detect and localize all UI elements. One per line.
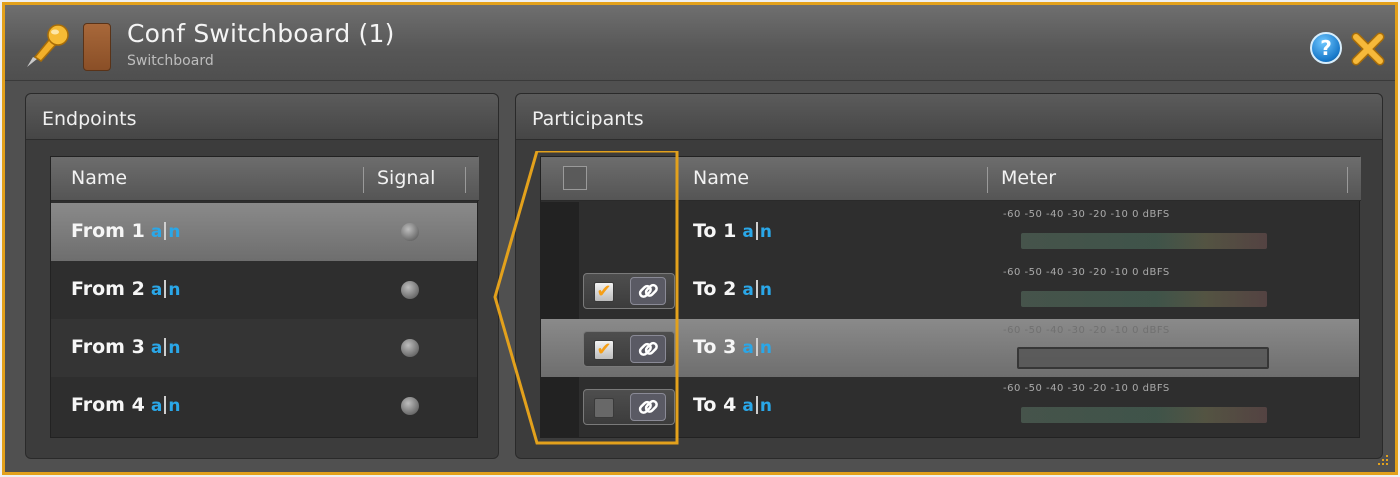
meter-bar xyxy=(1021,233,1267,249)
participant-row[interactable]: ✔ To 2an -60 -50 -40 -30 -20 -10 0 dBFS xyxy=(541,261,1359,319)
level-meter: -60 -50 -40 -30 -20 -10 0 dBFS xyxy=(1003,377,1313,435)
route-checkbox[interactable]: ✔ xyxy=(594,282,614,302)
level-meter: -60 -50 -40 -30 -20 -10 0 dBFS xyxy=(1003,203,1313,261)
link-icon[interactable] xyxy=(630,335,666,363)
participants-header-row: Name Meter xyxy=(541,157,1361,201)
level-meter: -60 -50 -40 -30 -20 -10 0 dBFS xyxy=(1003,261,1313,319)
color-swatch[interactable] xyxy=(83,23,111,71)
signal-indicator xyxy=(401,339,419,357)
rename-icon[interactable]: an xyxy=(742,222,772,242)
endpoints-panel: Endpoints Name Signal From 1an From 2an … xyxy=(25,93,499,459)
route-checkbox[interactable] xyxy=(594,398,614,418)
meter-scale: -60 -50 -40 -30 -20 -10 0 dBFS xyxy=(1003,267,1170,278)
endpoints-header-row: Name Signal xyxy=(51,157,479,201)
select-all-checkbox[interactable] xyxy=(563,166,587,190)
conf-switchboard-window: Conf Switchboard (1) Switchboard ? Endpo… xyxy=(2,2,1398,475)
signal-indicator xyxy=(401,281,419,299)
signal-indicator xyxy=(401,397,419,415)
meter-bar xyxy=(1021,291,1267,307)
close-icon[interactable] xyxy=(1350,31,1386,67)
column-separator[interactable] xyxy=(987,167,988,193)
rename-icon[interactable]: an xyxy=(742,338,772,358)
rename-icon[interactable]: an xyxy=(151,280,180,300)
rename-icon[interactable]: an xyxy=(151,222,180,242)
link-icon[interactable] xyxy=(630,277,666,305)
rename-icon[interactable]: an xyxy=(742,280,772,300)
column-separator[interactable] xyxy=(363,167,364,193)
endpoint-row[interactable]: From 4an xyxy=(51,377,477,435)
endpoints-title: Endpoints xyxy=(42,108,137,130)
participant-name: To 2an xyxy=(693,278,772,300)
rename-icon[interactable]: an xyxy=(742,396,772,416)
column-separator[interactable] xyxy=(465,167,466,193)
title-bar[interactable]: Conf Switchboard (1) Switchboard ? xyxy=(5,5,1395,81)
endpoint-row[interactable]: From 2an xyxy=(51,261,477,319)
window-subtitle: Switchboard xyxy=(127,53,214,69)
meter-scale: -60 -50 -40 -30 -20 -10 0 dBFS xyxy=(1003,209,1170,220)
meter-bar xyxy=(1021,407,1267,423)
window-title: Conf Switchboard (1) xyxy=(127,19,395,48)
column-header-name[interactable]: Name xyxy=(693,167,749,189)
participant-row[interactable]: To 4an -60 -50 -40 -30 -20 -10 0 dBFS xyxy=(541,377,1359,435)
endpoint-row[interactable]: From 3an xyxy=(51,319,477,377)
level-meter: -60 -50 -40 -30 -20 -10 0 dBFS xyxy=(1003,319,1313,377)
link-icon[interactable] xyxy=(630,393,666,421)
endpoint-name: From 3an xyxy=(71,336,181,358)
meter-scale: -60 -50 -40 -30 -20 -10 0 dBFS xyxy=(1003,383,1170,394)
endpoint-row[interactable]: From 1an xyxy=(51,203,477,261)
routing-controls xyxy=(583,389,675,425)
participants-panel: Participants Name Meter To 1an -60 -50 -… xyxy=(515,93,1383,459)
column-header-signal[interactable]: Signal xyxy=(377,167,435,189)
routing-controls: ✔ xyxy=(583,273,675,309)
rename-icon[interactable]: an xyxy=(151,396,180,416)
endpoint-name: From 2an xyxy=(71,278,181,300)
help-icon[interactable]: ? xyxy=(1310,32,1342,64)
participants-title: Participants xyxy=(532,108,644,130)
route-checkbox[interactable]: ✔ xyxy=(594,340,614,360)
meter-scale: -60 -50 -40 -30 -20 -10 0 dBFS xyxy=(1003,325,1170,336)
signal-indicator xyxy=(401,223,419,241)
participants-panel-header: Participants xyxy=(516,94,1382,140)
routing-controls: ✔ xyxy=(583,331,675,367)
participant-name: To 4an xyxy=(693,394,772,416)
column-header-meter[interactable]: Meter xyxy=(1001,167,1056,189)
participant-row[interactable]: ✔ To 3an -60 -50 -40 -30 -20 -10 0 dBFS xyxy=(541,319,1359,377)
participant-name: To 3an xyxy=(693,336,772,358)
endpoint-name: From 1an xyxy=(71,220,181,242)
endpoints-grid: Name Signal From 1an From 2an From 3an F… xyxy=(50,156,479,438)
pin-icon[interactable] xyxy=(23,23,73,69)
participants-grid: Name Meter To 1an -60 -50 -40 -30 -20 -1… xyxy=(540,156,1361,438)
participant-name: To 1an xyxy=(693,220,772,242)
rename-icon[interactable]: an xyxy=(151,338,180,358)
column-header-name[interactable]: Name xyxy=(71,167,127,189)
resize-grip-icon[interactable] xyxy=(1377,454,1389,466)
endpoint-name: From 4an xyxy=(71,394,181,416)
participant-row[interactable]: To 1an -60 -50 -40 -30 -20 -10 0 dBFS xyxy=(541,203,1359,261)
column-separator[interactable] xyxy=(1347,167,1348,193)
endpoints-panel-header: Endpoints xyxy=(26,94,498,140)
meter-bar xyxy=(1017,347,1269,369)
